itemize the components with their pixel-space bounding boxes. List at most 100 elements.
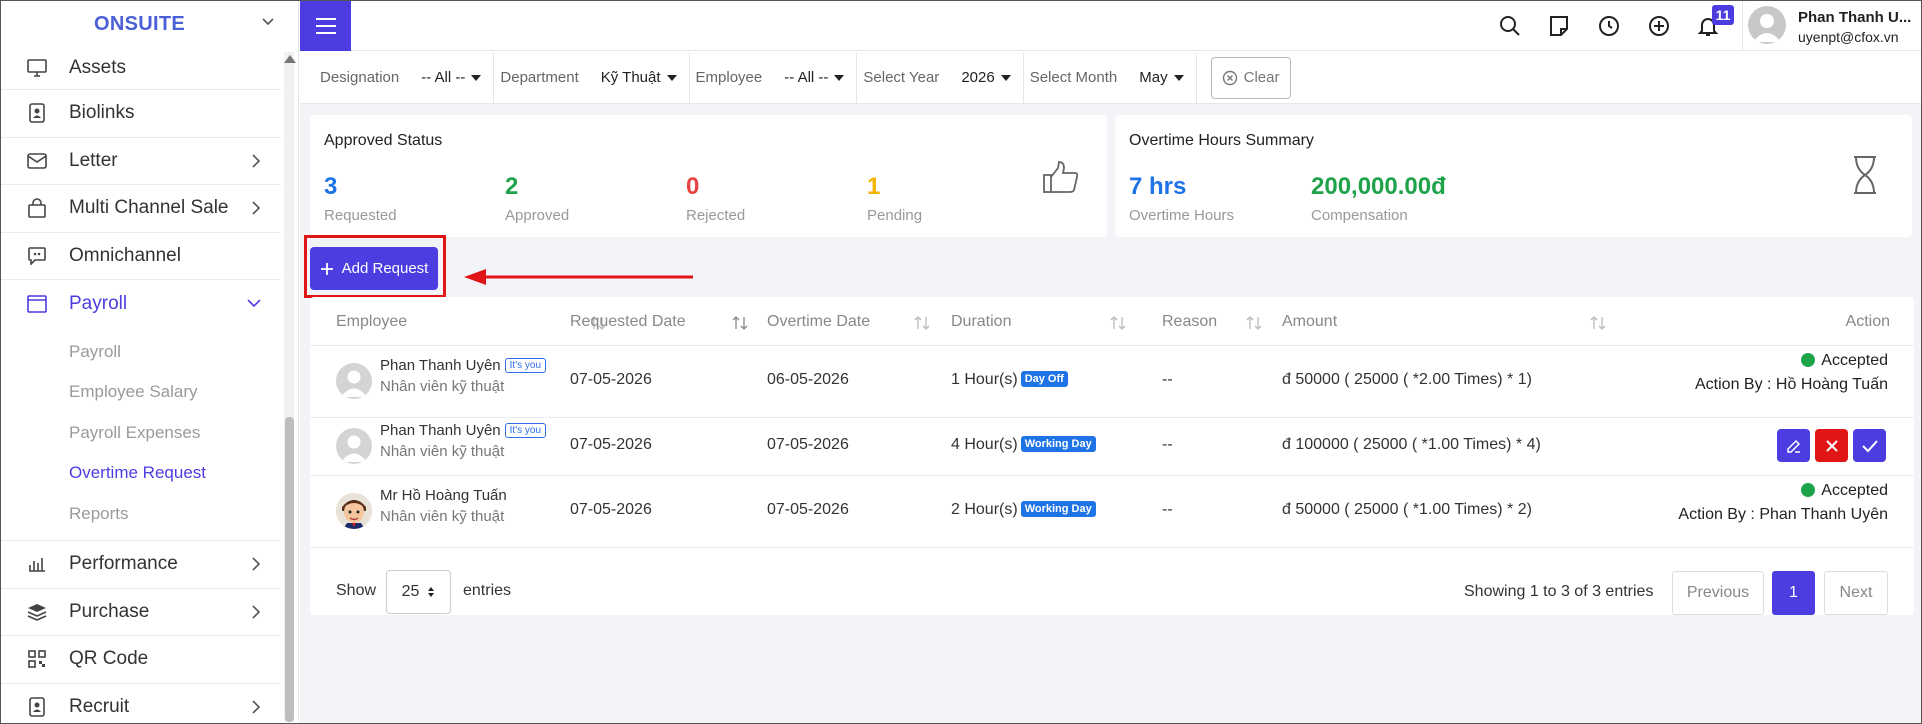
add-circle-icon[interactable] [1647, 14, 1671, 38]
employee-role: Nhân viên kỹ thuật [380, 378, 505, 395]
filter-value[interactable]: -- All -- [421, 69, 465, 86]
previous-button[interactable]: Previous [1672, 571, 1764, 615]
next-button[interactable]: Next [1824, 571, 1888, 615]
stat-value: 7 hrs [1129, 173, 1187, 200]
avatar [336, 428, 372, 464]
filter-label: Employee [695, 69, 763, 86]
clear-button[interactable]: Clear [1210, 56, 1291, 99]
filter-value[interactable]: Kỹ Thuật [601, 69, 661, 86]
employee-filter[interactable]: Employee -- All -- [695, 52, 858, 103]
entries-select[interactable]: 25 [386, 570, 451, 614]
sidebar-item-assets[interactable]: Assets [1, 47, 281, 90]
top-header: 11 Phan Thanh U... uyenpt@cfox.vn [300, 1, 1921, 51]
sidebar-item-recruit[interactable]: Recruit [1, 684, 281, 724]
employee-name[interactable]: Mr Hồ Hoàng Tuấn [380, 487, 507, 504]
sidebar-item-label: Biolinks [69, 102, 135, 124]
sidebar-item-performance[interactable]: Performance [1, 541, 281, 589]
filter-value[interactable]: -- All -- [784, 69, 828, 86]
sidebar-scroll-thumb[interactable] [285, 417, 294, 722]
column-header-overtime-date[interactable]: Overtime Date [767, 313, 870, 331]
employee-role: Nhân viên kỹ thuật [380, 443, 505, 460]
check-icon [1861, 439, 1878, 452]
menu-toggle-icon[interactable] [300, 1, 351, 51]
stat-value: 2 [505, 173, 519, 200]
column-header-employee[interactable]: Employee [336, 313, 407, 331]
page-1-button[interactable]: 1 [1772, 571, 1815, 615]
scroll-up-arrow-icon[interactable] [284, 55, 296, 63]
sidebar-item-omnichannel[interactable]: Omnichannel [1, 233, 281, 280]
sidebar-item-label: Letter [69, 149, 118, 171]
submenu-item-payroll-expenses[interactable]: Payroll Expenses [1, 413, 281, 454]
sidebar-item-payroll[interactable]: Payroll [1, 280, 281, 328]
note-icon[interactable] [1547, 14, 1571, 38]
department-filter[interactable]: Department Kỹ Thuật [500, 52, 690, 103]
sort-icon[interactable] [1246, 315, 1262, 331]
its-you-badge: It's you [504, 358, 547, 373]
overtime-table: Employee Requested Date Overtime Date Du… [310, 297, 1914, 615]
chevron-down-icon[interactable] [262, 16, 274, 28]
chevron-right-icon [252, 201, 261, 215]
overtime-summary-card: Overtime Hours Summary 7 hrs Overtime Ho… [1115, 115, 1912, 237]
brand[interactable]: ONSUITE [1, 1, 298, 47]
month-filter[interactable]: Select Month May [1030, 52, 1197, 103]
submenu-item-reports[interactable]: Reports [1, 494, 281, 535]
employee-name[interactable]: Phan Thanh Uyên [380, 357, 501, 374]
requested-date: 07-05-2026 [570, 436, 652, 453]
stat-compensation: 200,000.00đ Compensation [1311, 173, 1446, 224]
user-name[interactable]: Phan Thanh U... [1798, 9, 1911, 26]
status-dot [1801, 353, 1816, 367]
close-icon [1825, 439, 1838, 452]
chevron-right-icon [252, 604, 261, 619]
avatar[interactable] [1748, 6, 1786, 44]
submenu-item-overtime-request[interactable]: Overtime Request [1, 453, 281, 494]
layers-icon [25, 600, 49, 624]
submenu-item-employee-salary[interactable]: Employee Salary [1, 372, 281, 413]
select-arrows-icon [428, 587, 435, 597]
sidebar-item-label: Purchase [69, 600, 150, 622]
employee-cell: Phan Thanh Uyên It's you Nhân viên kỹ thu… [380, 357, 547, 395]
search-icon[interactable] [1498, 14, 1522, 38]
status-badge: Accepted [1821, 352, 1888, 369]
sidebar-item-multi-channel-sale[interactable]: Multi Channel Sale [1, 185, 281, 233]
sort-icon[interactable] [732, 315, 748, 331]
submenu-item-payroll[interactable]: Payroll [1, 332, 281, 373]
id-badge-icon [25, 695, 49, 719]
edit-button[interactable] [1777, 429, 1810, 462]
column-header-amount[interactable]: Amount [1282, 313, 1337, 331]
sidebar-item-letter[interactable]: Letter [1, 138, 281, 185]
pagination-info: Showing 1 to 3 of 3 entries [1464, 583, 1654, 600]
duration-cell: 4 Hour(s) Working Day [951, 436, 1096, 454]
clock-icon[interactable] [1597, 14, 1621, 38]
requested-date: 07-05-2026 [570, 371, 652, 388]
year-filter[interactable]: Select Year 2026 [863, 52, 1024, 103]
employee-name[interactable]: Phan Thanh Uyên [380, 422, 501, 439]
filter-value[interactable]: 2026 [961, 69, 994, 86]
sidebar-item-biolinks[interactable]: Biolinks [1, 90, 281, 138]
stat-approved: 2 Approved [505, 173, 569, 224]
sort-icon[interactable] [1110, 315, 1126, 331]
column-header-reason[interactable]: Reason [1162, 313, 1217, 331]
sidebar-item-qr-code[interactable]: QR Code [1, 636, 281, 684]
amount: đ 50000 ( 25000 ( *2.00 Times) * 1) [1282, 371, 1532, 388]
approve-button[interactable] [1853, 429, 1886, 462]
reject-button[interactable] [1815, 429, 1848, 462]
column-header-requested-date[interactable]: Requested Date [570, 313, 686, 331]
hourglass-icon [1854, 156, 1876, 194]
id-card-icon [25, 101, 49, 125]
avatar [336, 493, 372, 529]
employee-cell: Phan Thanh Uyên It's you Nhân viên kỹ thu… [380, 422, 547, 460]
column-header-duration[interactable]: Duration [951, 313, 1011, 331]
stat-rejected: 0 Rejected [686, 173, 745, 224]
brand-name: ONSUITE [94, 12, 185, 35]
sort-icon[interactable] [1590, 315, 1606, 331]
add-request-button[interactable]: Add Request [310, 247, 438, 290]
notification-badge: 11 [1712, 5, 1734, 25]
sidebar-item-purchase[interactable]: Purchase [1, 589, 281, 636]
sort-icon[interactable] [914, 315, 930, 331]
avatar [336, 363, 372, 399]
header-label: Requested Date [570, 313, 686, 330]
entries-value: 25 [401, 583, 420, 600]
designation-filter[interactable]: Designation -- All -- [320, 52, 495, 103]
filter-value[interactable]: May [1139, 69, 1167, 86]
overtime-date: 06-05-2026 [767, 371, 849, 388]
